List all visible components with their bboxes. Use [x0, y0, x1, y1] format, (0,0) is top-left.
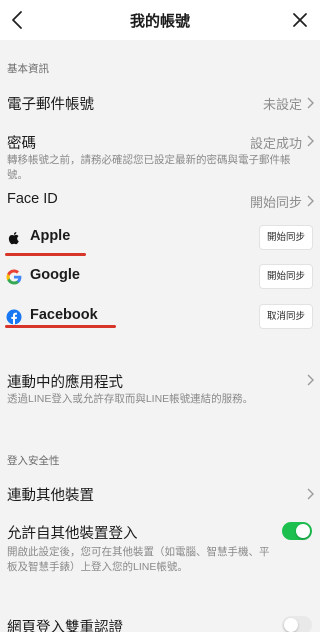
provider-name-facebook: Facebook — [30, 307, 98, 323]
highlight-underline-facebook — [5, 325, 116, 328]
allow-other-devices-label: 允許自其他裝置登入 — [7, 526, 138, 542]
allow-other-devices-row: 允許自其他裝置登入 開啟此設定後，您可在其他裝置（如電腦、智慧手機、平板及智慧手… — [0, 517, 320, 577]
provider-name-apple: Apple — [30, 228, 71, 244]
apple-sync-button[interactable]: 開始同步 — [258, 225, 313, 250]
link-other-devices-label: 連動其他裝置 — [7, 488, 94, 504]
password-label: 密碼 — [7, 136, 36, 152]
connected-apps-description: 透過LINE登入或允許存取而與LINE帳號連結的服務。 — [7, 393, 254, 405]
header-bar: 我的帳號 — [0, 0, 320, 40]
face-id-label: Face ID — [7, 191, 58, 207]
close-icon[interactable] — [288, 8, 312, 32]
chevron-right-icon — [307, 488, 314, 500]
chevron-right-icon — [307, 374, 314, 386]
web-two-step-auth-toggle[interactable] — [282, 616, 312, 632]
email-account-row[interactable]: 電子郵件帳號 未設定 — [0, 86, 320, 118]
web-two-step-auth-label: 網頁登入雙重認證 — [7, 620, 123, 632]
password-description: 轉移帳號之前，請務必確認您已設定最新的密碼與電子郵件帳號。 — [7, 154, 291, 181]
chevron-right-icon — [307, 97, 314, 109]
allow-other-devices-toggle[interactable] — [282, 522, 312, 540]
provider-name-google: Google — [30, 267, 80, 283]
page-title: 我的帳號 — [129, 13, 190, 30]
chevron-right-icon — [307, 195, 314, 207]
provider-row-google: Google 開始同步 — [0, 259, 320, 295]
chevron-right-icon — [307, 135, 314, 147]
toggle-knob — [284, 618, 298, 632]
connected-apps-row[interactable]: 連動中的應用程式 透過LINE登入或允許存取而與LINE帳號連結的服務。 — [0, 369, 320, 411]
toggle-knob — [296, 524, 310, 538]
facebook-unsync-button[interactable]: 取消同步 — [258, 304, 313, 329]
highlight-underline-apple — [5, 253, 86, 256]
face-id-row[interactable]: Face ID 開始同步 — [0, 184, 320, 216]
facebook-logo-icon — [6, 309, 22, 325]
web-two-step-auth-row: 網頁登入雙重認證 — [0, 610, 320, 632]
section-label-basic-info: 基本資訊 — [7, 63, 49, 75]
link-other-devices-row[interactable]: 連動其他裝置 — [0, 479, 320, 509]
allow-other-devices-description: 開啟此設定後，您可在其他裝置（如電腦、智慧手機、平板及智慧手錶）上登入您的LIN… — [7, 546, 270, 573]
provider-row-facebook: Facebook 取消同步 — [0, 299, 320, 335]
email-account-value: 未設定 — [262, 97, 302, 112]
password-value: 設定成功 — [249, 136, 302, 151]
apple-logo-icon — [8, 232, 19, 245]
google-logo-icon — [6, 269, 22, 285]
face-id-value: 開始同步 — [249, 195, 302, 210]
google-sync-button[interactable]: 開始同步 — [258, 264, 313, 289]
email-account-label: 電子郵件帳號 — [7, 97, 94, 113]
connected-apps-label: 連動中的應用程式 — [7, 375, 123, 391]
password-row[interactable]: 密碼 設定成功 轉移帳號之前，請務必確認您已設定最新的密碼與電子郵件帳號。 — [0, 128, 320, 181]
provider-row-apple: Apple 開始同步 — [0, 220, 320, 256]
section-label-login-security: 登入安全性 — [7, 455, 60, 467]
